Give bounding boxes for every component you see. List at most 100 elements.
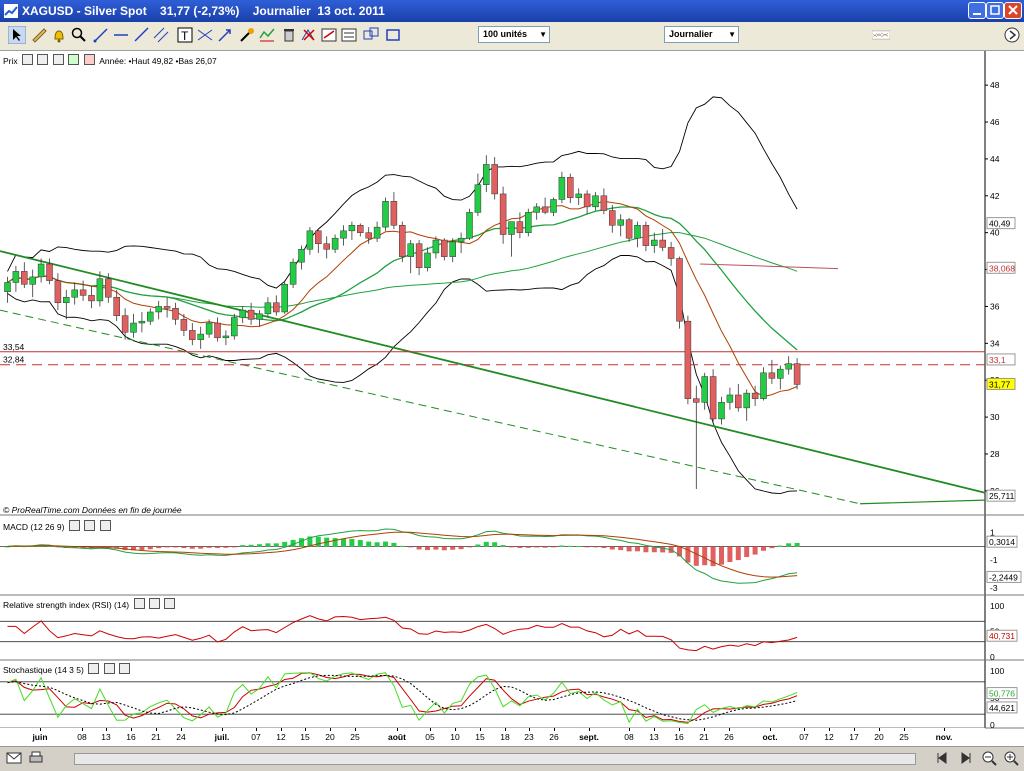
ruler-icon[interactable] <box>30 26 48 44</box>
wrench-icon[interactable] <box>133 598 145 609</box>
minimize-button[interactable] <box>968 2 986 19</box>
fibonacci-icon[interactable] <box>196 26 214 44</box>
macd-histogram-bar <box>786 543 792 547</box>
erase-drawings-icon[interactable] <box>300 26 318 44</box>
candle-body <box>474 184 482 213</box>
x-axis-label: 20 <box>325 732 335 742</box>
macd-histogram-bar <box>223 546 229 548</box>
candle-body <box>180 319 188 331</box>
pattern-tool-icon[interactable] <box>258 26 276 44</box>
x-axis-label: 17 <box>849 732 859 742</box>
units-select[interactable]: 100 unités ▼ <box>478 26 550 43</box>
close-panel-icon[interactable] <box>118 663 130 674</box>
zoom-icon[interactable] <box>70 26 88 44</box>
candle-body <box>231 317 238 337</box>
alarm-bell-icon[interactable] <box>50 26 68 44</box>
window-title: XAGUSD - Silver Spot 31,77 (-2,73%) Jour… <box>22 4 385 18</box>
macd-histogram-bar <box>727 546 733 563</box>
time-scrollbar[interactable] <box>74 753 916 765</box>
candle-body <box>693 398 700 403</box>
close-panel-icon[interactable] <box>52 54 64 65</box>
window-icon[interactable] <box>103 663 115 674</box>
wrench-icon[interactable] <box>22 54 34 65</box>
print-icon[interactable] <box>28 750 44 766</box>
candle-body <box>751 392 759 399</box>
x-axis-tick <box>222 728 223 731</box>
wrench-icon[interactable] <box>88 663 100 674</box>
add-icon[interactable] <box>68 54 80 65</box>
window-icon[interactable] <box>37 54 49 65</box>
wrench-icon[interactable] <box>68 520 80 531</box>
scroll-end-icon[interactable] <box>958 750 974 766</box>
x-axis-label: 24 <box>176 732 186 742</box>
arrow-tool-icon[interactable] <box>216 26 234 44</box>
units-select-value: 100 unités <box>483 29 528 39</box>
candle-body <box>348 225 356 232</box>
candle-body <box>743 392 750 409</box>
scroll-right-icon[interactable] <box>1003 26 1021 44</box>
ray-tool-icon[interactable] <box>132 26 150 44</box>
candle-body <box>46 263 53 281</box>
candle-body <box>684 320 692 399</box>
scroll-start-icon[interactable] <box>934 750 950 766</box>
macd-histogram-bar <box>215 546 220 548</box>
chart-svg[interactable]: 48464442403836343230282633,5432,8440,493… <box>0 51 1024 746</box>
close-panel-icon[interactable] <box>164 598 176 609</box>
maximize-button[interactable] <box>986 2 1004 19</box>
candle-body <box>600 195 608 211</box>
price-panel-info: Année: •Haut 49,82 •Bas 26,07 <box>99 56 217 66</box>
frame-tool-icon[interactable] <box>384 26 402 44</box>
x-axis-label: 21 <box>699 732 709 742</box>
window-icon[interactable] <box>84 520 96 531</box>
macd-histogram-bar <box>357 540 363 547</box>
close-button[interactable] <box>1004 2 1022 19</box>
window-icon[interactable] <box>148 598 160 609</box>
left-label-2: 32,84 <box>3 355 25 365</box>
channel-tool-icon[interactable] <box>152 26 170 44</box>
macd-histogram-bar <box>576 546 582 548</box>
price-value-label: 40,49 <box>989 219 1011 229</box>
indicator-panel-icon[interactable] <box>871 26 912 44</box>
trendline-tool-icon[interactable] <box>92 26 110 44</box>
x-axis-label: nov. <box>935 732 953 742</box>
zoom-in-icon[interactable] <box>1003 750 1019 766</box>
delete-icon[interactable] <box>280 26 298 44</box>
price-value-label: 25,711 <box>989 491 1015 501</box>
close-panel-icon[interactable] <box>99 520 111 531</box>
macd-histogram-bar <box>593 546 598 548</box>
drawing-list-icon[interactable] <box>340 26 358 44</box>
add-indicator-icon[interactable] <box>83 54 95 65</box>
x-axis-tick <box>256 728 257 731</box>
candle-body <box>71 289 78 298</box>
period-select[interactable]: Journalier ▼ <box>664 26 739 43</box>
candle-body <box>785 363 792 370</box>
candle-body <box>214 322 221 339</box>
period-select-value: Journalier <box>669 29 713 39</box>
hide-drawings-icon[interactable] <box>320 26 338 44</box>
candle-body <box>793 363 801 385</box>
macd-histogram-bar <box>273 543 279 547</box>
x-axis-label: 25 <box>899 732 909 742</box>
candle-body <box>583 193 591 208</box>
macd-histogram-bar <box>584 546 590 548</box>
candle-body <box>449 241 456 257</box>
candle-body <box>147 311 154 322</box>
cursor-tool-icon[interactable] <box>7 25 27 45</box>
candle-body <box>79 289 87 296</box>
x-axis-tick <box>704 728 705 731</box>
chart-area[interactable]: 48464442403836343230282633,5432,8440,493… <box>0 51 1024 746</box>
macd-histogram-bar <box>206 546 212 548</box>
zoom-out-icon[interactable] <box>981 750 997 766</box>
link-tool-icon[interactable] <box>362 26 380 44</box>
candle-body <box>205 322 213 335</box>
macd-histogram-bar <box>777 545 783 547</box>
x-axis-label: 07 <box>799 732 809 742</box>
envelope-icon[interactable] <box>6 750 22 766</box>
macd-histogram-bar <box>282 541 288 547</box>
candle-body <box>331 237 339 250</box>
price-value-label: 31,77 <box>989 379 1011 389</box>
text-tool-icon[interactable]: T <box>176 26 194 44</box>
horizontal-line-icon[interactable] <box>112 26 130 44</box>
magic-tool-icon[interactable] <box>238 26 256 44</box>
svg-text:T: T <box>181 29 189 43</box>
